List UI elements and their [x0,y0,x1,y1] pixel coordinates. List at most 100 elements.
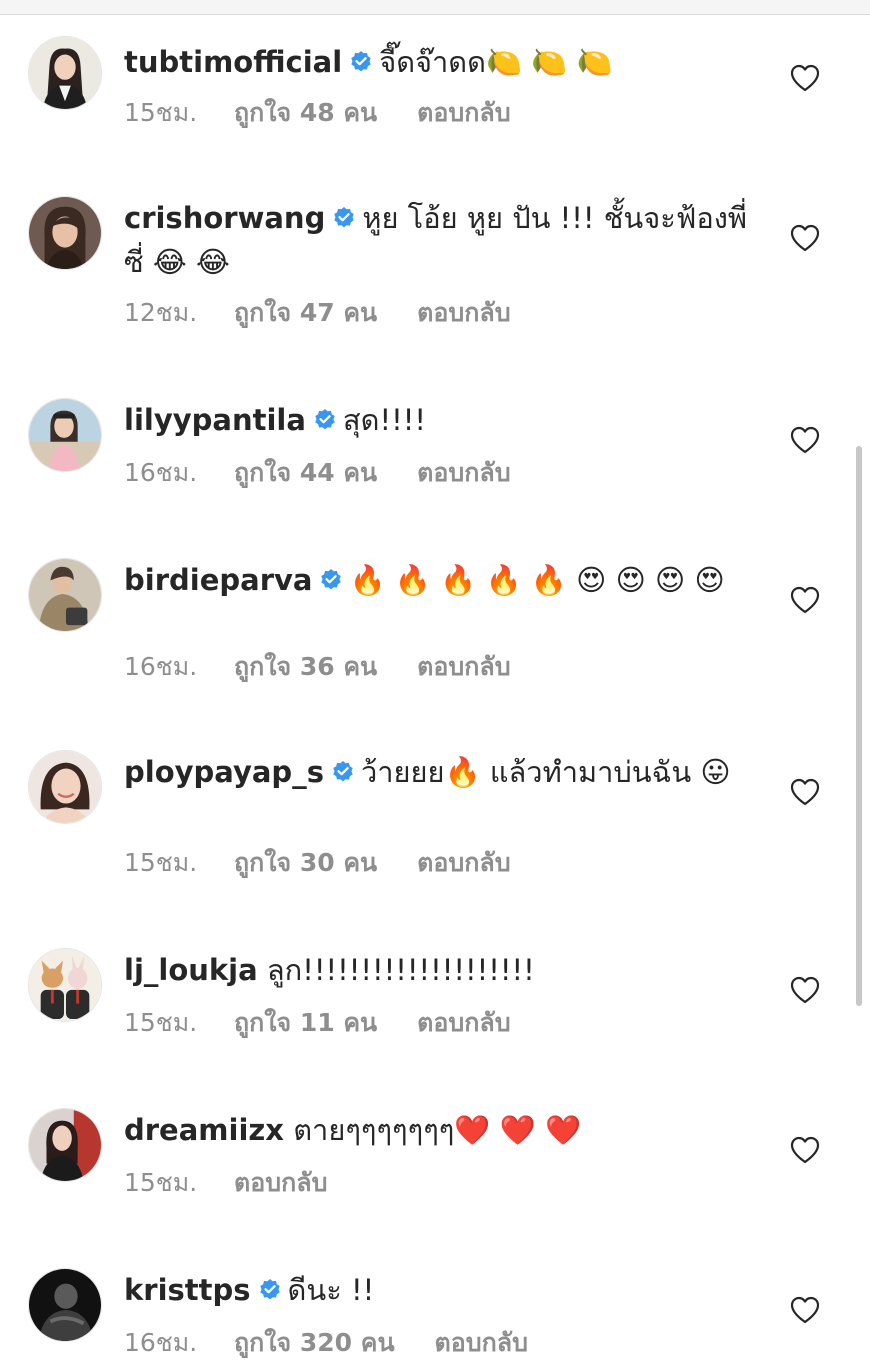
avatar[interactable] [28,750,102,824]
comment-like-count[interactable]: ถูกใจ 11 คน [234,1008,377,1038]
profile-photo-icon [29,751,101,823]
comment-text: dreamiizx ตายๆๆๆๆๆๆๆ❤️ ❤️ ❤️ [124,1108,764,1152]
profile-photo-icon [29,559,101,631]
comment-meta: 15ชม. ถูกใจ 48 คน ตอบกลับ [124,98,511,128]
comment-meta: 15ชม. ตอบกลับ [124,1168,327,1198]
comment-timestamp: 16ชม. [124,652,198,681]
comment-message: ตายๆๆๆๆๆๆๆ❤️ ❤️ ❤️ [293,1113,582,1147]
avatar[interactable] [28,1108,102,1182]
comment-username[interactable]: dreamiizx [124,1113,284,1147]
comment-username[interactable]: ploypayap_s [124,755,324,789]
reply-button[interactable]: ตอบกลับ [417,458,510,488]
reply-button[interactable]: ตอบกลับ [234,1168,327,1198]
comment-message: ว้ายยย🔥 แล้วทำมาบ่นฉัน 😛 [360,755,731,789]
like-button[interactable] [790,64,820,92]
verified-badge-icon [319,568,343,592]
reply-button[interactable]: ตอบกลับ [417,652,510,682]
comment-meta: 16ชม. ถูกใจ 44 คน ตอบกลับ [124,458,511,488]
comment-body: lj_loukja ลูก!!!!!!!!!!!!!!!!!!!! 15ชม. ถ… [124,948,764,1037]
like-button[interactable] [790,976,820,1004]
comment-like-count[interactable]: ถูกใจ 48 คน [234,98,377,128]
verified-badge-icon [313,408,337,432]
like-button[interactable] [790,426,820,454]
comment-meta: 16ชม. ถูกใจ 320 คน ตอบกลับ [124,1328,528,1358]
profile-photo-icon [29,37,101,109]
comment-like-count[interactable]: ถูกใจ 47 คน [234,298,377,328]
comment-timestamp: 16ชม. [124,458,198,487]
reply-button[interactable]: ตอบกลับ [417,848,510,878]
like-button[interactable] [790,1296,820,1324]
comment-body: ploypayap_s ว้ายยย🔥 แล้วทำมาบ่นฉัน 😛 15ชม… [124,750,764,877]
comment-timestamp: 15ชม. [124,1008,198,1037]
avatar[interactable] [28,1268,102,1342]
reply-button[interactable]: ตอบกลับ [417,98,510,128]
comment-timestamp: 15ชม. [124,98,198,127]
heart-outline-icon [790,426,820,454]
comment-username[interactable]: crishorwang [124,201,325,235]
comment-body: birdieparva 🔥 🔥 🔥 🔥 🔥 😍 😍 😍 😍 16ชม. ถูกใจ … [124,558,764,681]
comment-text: crishorwang หูย โอ้ย หูย ปัน !!! ชั้นจะฟ้… [124,196,764,284]
avatar[interactable] [28,36,102,110]
like-button[interactable] [790,224,820,252]
profile-photo-icon [29,1269,101,1341]
comment-username[interactable]: lj_loukja [124,953,258,987]
heart-outline-icon [790,976,820,1004]
verified-badge-icon [258,1278,282,1302]
top-divider [0,0,870,15]
profile-photo-icon [29,197,101,269]
comment-text: kristtps ดีนะ !! [124,1268,764,1312]
comment-text: tubtimofficial จี๊ดจ๊าดด🍋 🍋 🍋 [124,40,764,84]
heart-outline-icon [790,1296,820,1324]
heart-outline-icon [790,224,820,252]
heart-outline-icon [790,778,820,806]
comment-meta: 16ชม. ถูกใจ 36 คน ตอบกลับ [124,652,511,682]
like-button[interactable] [790,586,820,614]
comment-message: สุด!!!! [342,403,426,437]
avatar[interactable] [28,558,102,632]
profile-photo-icon [29,949,101,1021]
verified-badge-icon [331,760,355,784]
comment-username[interactable]: birdieparva [124,563,312,597]
reply-button[interactable]: ตอบกลับ [435,1328,528,1358]
like-button[interactable] [790,778,820,806]
comment-username[interactable]: lilyypantila [124,403,306,437]
comment-like-count[interactable]: ถูกใจ 30 คน [234,848,377,878]
comment-timestamp: 15ชม. [124,848,198,877]
comment-message: 🔥 🔥 🔥 🔥 🔥 😍 😍 😍 😍 [349,563,725,597]
comment-like-count[interactable]: ถูกใจ 36 คน [234,652,377,682]
comment-username[interactable]: kristtps [124,1273,251,1307]
comment-username[interactable]: tubtimofficial [124,45,342,79]
avatar[interactable] [28,196,102,270]
reply-button[interactable]: ตอบกลับ [417,298,510,328]
heart-outline-icon [790,586,820,614]
comment-text: birdieparva 🔥 🔥 🔥 🔥 🔥 😍 😍 😍 😍 [124,558,764,602]
comment-body: crishorwang หูย โอ้ย หูย ปัน !!! ชั้นจะฟ้… [124,196,764,327]
comment-timestamp: 15ชม. [124,1168,198,1197]
profile-photo-icon [29,399,101,471]
comment-meta: 12ชม. ถูกใจ 47 คน ตอบกลับ [124,298,511,328]
comment-text: lj_loukja ลูก!!!!!!!!!!!!!!!!!!!! [124,948,764,992]
verified-badge-icon [332,206,356,230]
comment-body: kristtps ดีนะ !! 16ชม. ถูกใจ 320 คน ตอบกลับ [124,1268,764,1357]
avatar[interactable] [28,948,102,1022]
comment-body: tubtimofficial จี๊ดจ๊าดด🍋 🍋 🍋 15ชม. ถูกใจ … [124,40,764,127]
comment-text: lilyypantila สุด!!!! [124,398,764,442]
avatar[interactable] [28,398,102,472]
scrollbar[interactable] [856,446,862,1006]
verified-badge-icon [349,50,373,74]
heart-outline-icon [790,1136,820,1164]
heart-outline-icon [790,64,820,92]
like-button[interactable] [790,1136,820,1164]
comment-timestamp: 16ชม. [124,1328,198,1357]
comment-meta: 15ชม. ถูกใจ 30 คน ตอบกลับ [124,848,511,878]
profile-photo-icon [29,1109,101,1181]
reply-button[interactable]: ตอบกลับ [417,1008,510,1038]
comment-body: dreamiizx ตายๆๆๆๆๆๆๆ❤️ ❤️ ❤️ 15ชม. ตอบกลั… [124,1108,764,1197]
comment-message: จี๊ดจ๊าดด🍋 🍋 🍋 [379,45,613,79]
comment-like-count[interactable]: ถูกใจ 320 คน [234,1328,395,1358]
comment-meta: 15ชม. ถูกใจ 11 คน ตอบกลับ [124,1008,511,1038]
comment-like-count[interactable]: ถูกใจ 44 คน [234,458,377,488]
comment-body: lilyypantila สุด!!!! 16ชม. ถูกใจ 44 คน ตอบก… [124,398,764,487]
comment-message: ลูก!!!!!!!!!!!!!!!!!!!! [266,953,535,987]
comment-timestamp: 12ชม. [124,298,198,327]
